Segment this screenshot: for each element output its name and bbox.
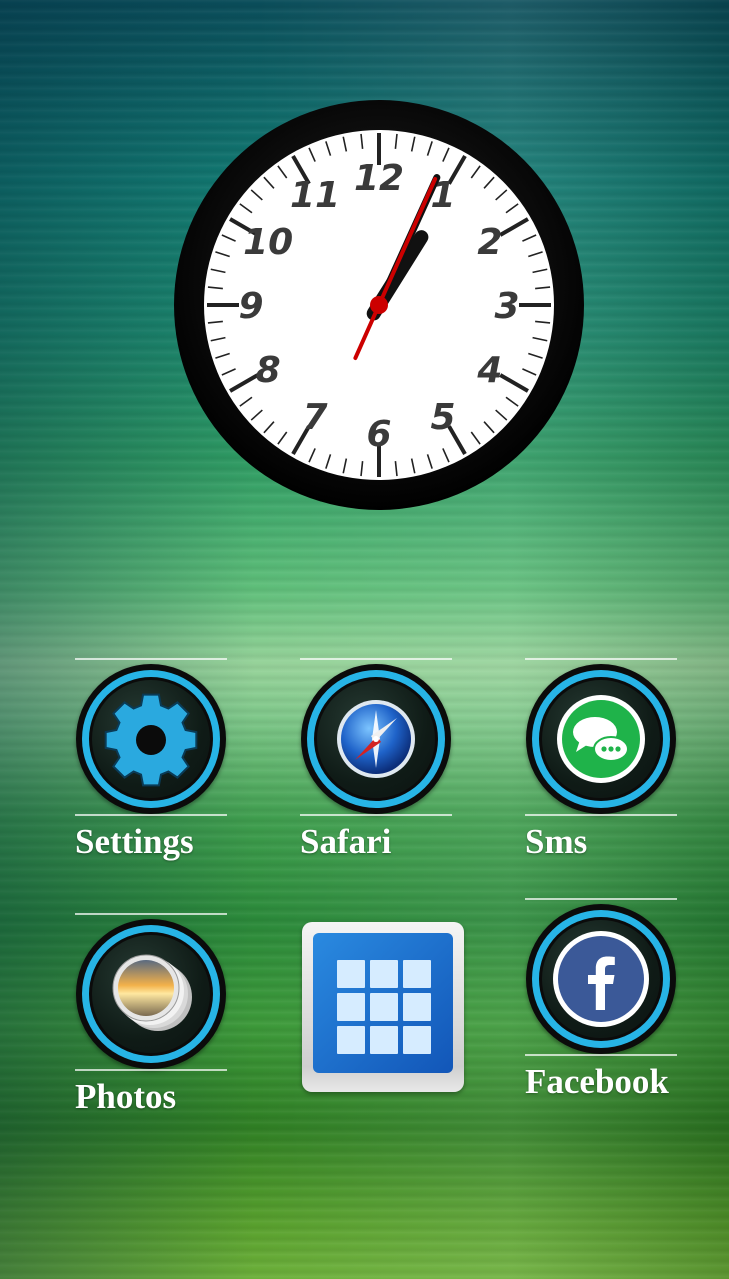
clock-numeral: 6 — [366, 414, 391, 455]
clock-numeral: 11 — [290, 175, 340, 216]
app-label: Safari — [300, 822, 392, 861]
clock-numeral: 12 — [354, 158, 404, 199]
clock-numeral: 8 — [256, 350, 281, 391]
facebook-icon — [552, 930, 650, 1033]
divider-top — [75, 658, 227, 660]
clock-numeral: 4 — [476, 350, 502, 391]
clock-numeral: 2 — [477, 222, 502, 263]
divider-top — [300, 658, 452, 660]
clock-face: 12 1234567891011 — [174, 100, 584, 510]
divider-bottom — [75, 1069, 227, 1071]
app-drawer-button[interactable] — [302, 922, 464, 1092]
app-label: Facebook — [525, 1062, 669, 1101]
photos-stack-icon — [108, 949, 196, 1042]
grid-icon — [313, 933, 453, 1073]
app-label: Photos — [75, 1077, 177, 1116]
divider-bottom — [525, 1054, 677, 1056]
divider-top — [525, 898, 677, 900]
clock-hub — [370, 296, 388, 314]
message-bubble-icon — [556, 694, 646, 789]
clock-numeral: 7 — [302, 397, 327, 438]
clock-numeral: 3 — [494, 286, 519, 327]
clock-numeral: 9 — [238, 286, 263, 327]
divider-top — [75, 913, 227, 915]
app-label: Sms — [525, 822, 588, 861]
divider-bottom — [300, 814, 452, 816]
gear-icon — [101, 690, 201, 795]
compass-icon — [335, 698, 417, 785]
divider-bottom — [75, 814, 227, 816]
divider-top — [525, 658, 677, 660]
app-label: Settings — [75, 822, 194, 861]
clock-numeral: 5 — [430, 397, 455, 438]
divider-bottom — [525, 814, 677, 816]
analog-clock-widget[interactable]: 12 1 2 3 4 5 6 7 8 9 10 11 — [172, 98, 586, 512]
clock-numeral: 10 — [243, 222, 293, 263]
